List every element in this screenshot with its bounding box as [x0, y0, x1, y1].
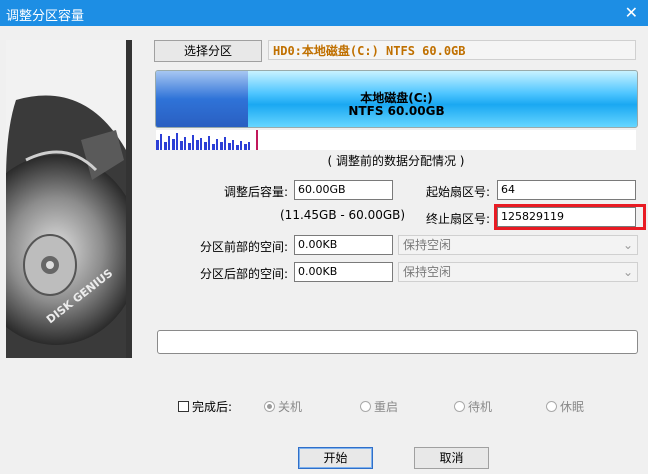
- data-distribution-graph: [156, 130, 636, 150]
- end-sector-highlight: [494, 204, 646, 230]
- size-label: 调整后容量:: [223, 185, 288, 199]
- radio-label: 待机: [468, 400, 493, 414]
- after-space-input[interactable]: 0.00KB: [294, 262, 393, 282]
- after-space-select[interactable]: 保持空闲 ⌄: [398, 262, 638, 282]
- radio-hibernate[interactable]: 休眠: [546, 398, 584, 415]
- radio-label: 休眠: [560, 400, 585, 414]
- size-range: (11.45GB - 60.00GB): [280, 208, 406, 222]
- resize-partition-dialog: 调整分区容量 ✕ DISK GENIUS 选择分区 HD0:本地磁盘(C:) N…: [0, 0, 648, 474]
- radio-restart[interactable]: 重启: [360, 398, 398, 415]
- after-space-label: 分区后部的空间:: [199, 267, 288, 281]
- partition-bar[interactable]: 本地磁盘(C:) NTFS 60.00GB: [155, 70, 638, 128]
- radio-standby[interactable]: 待机: [454, 398, 492, 415]
- partition-header-info: HD0:本地磁盘(C:) NTFS 60.0GB: [268, 40, 636, 60]
- select-partition-button[interactable]: 选择分区: [154, 40, 262, 62]
- radio-dot[interactable]: [360, 401, 371, 412]
- start-sector-input[interactable]: 64: [497, 180, 636, 200]
- after-complete-checkbox[interactable]: 完成后:: [178, 398, 232, 415]
- radio-dot[interactable]: [546, 401, 557, 412]
- after-space-option: 保持空闲: [403, 265, 452, 279]
- end-sector-label: 终止扇区号:: [425, 212, 490, 226]
- size-input[interactable]: 60.00GB: [294, 180, 393, 200]
- close-icon[interactable]: ✕: [625, 3, 638, 22]
- radio-label: 重启: [374, 400, 399, 414]
- before-space-input[interactable]: 0.00KB: [294, 235, 393, 255]
- before-space-select[interactable]: 保持空闲 ⌄: [398, 235, 638, 255]
- title-bar[interactable]: 调整分区容量 ✕: [0, 0, 648, 26]
- partition-bar-size: NTFS 60.00GB: [348, 104, 445, 118]
- before-space-label: 分区前部的空间:: [199, 240, 288, 254]
- chevron-down-icon: ⌄: [622, 238, 633, 252]
- before-space-option: 保持空闲: [403, 238, 452, 252]
- radio-label: 关机: [278, 400, 303, 414]
- after-complete-label: 完成后:: [192, 400, 233, 414]
- progress-bar: [157, 330, 638, 354]
- disk-illustration: DISK GENIUS: [6, 40, 132, 358]
- start-button[interactable]: 开始: [298, 447, 373, 469]
- window-title: 调整分区容量: [6, 9, 85, 24]
- radio-dot[interactable]: [264, 401, 275, 412]
- distribution-caption: ( 调整前的数据分配情况 ): [327, 154, 465, 168]
- checkbox-box[interactable]: [178, 401, 189, 412]
- radio-dot[interactable]: [454, 401, 465, 412]
- start-sector-label: 起始扇区号:: [425, 185, 490, 199]
- cancel-button[interactable]: 取消: [414, 447, 489, 469]
- radio-shutdown[interactable]: 关机: [264, 398, 302, 415]
- chevron-down-icon: ⌄: [622, 265, 633, 279]
